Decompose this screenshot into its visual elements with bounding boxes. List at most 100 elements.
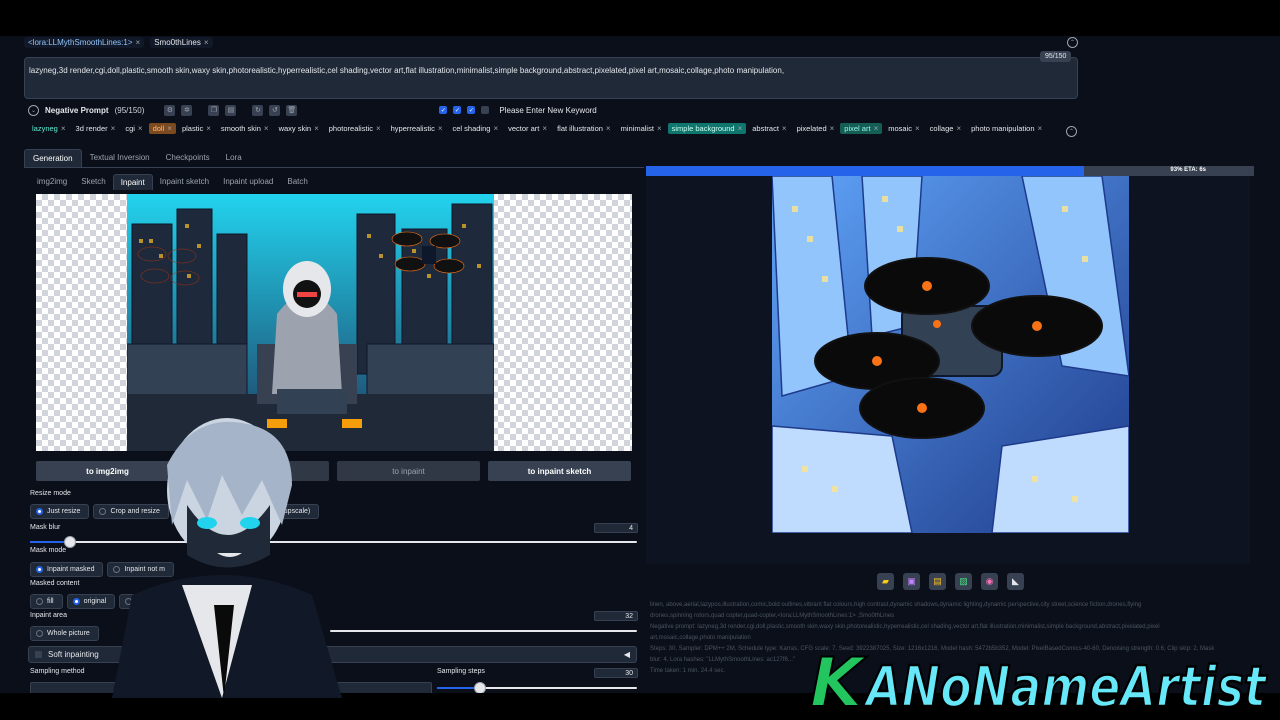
close-icon[interactable]: × — [61, 124, 66, 133]
close-icon[interactable]: × — [438, 124, 443, 133]
collapse-icon[interactable]: ⌃ — [1066, 126, 1077, 137]
image-icon[interactable]: ▨ — [955, 573, 972, 590]
padding-slider[interactable] — [330, 630, 637, 632]
negative-tag[interactable]: 3d render × — [72, 123, 120, 134]
negative-tag[interactable]: smooth skin × — [217, 123, 273, 134]
collapse-icon[interactable]: ⌃ — [1067, 36, 1078, 48]
close-icon[interactable]: × — [167, 124, 172, 133]
negative-prompt-textarea[interactable]: lazyneg,3d render,cgi,doll,plastic,smoot… — [24, 57, 1078, 99]
close-icon[interactable]: × — [915, 124, 920, 133]
prompt-chip-smoothlines[interactable]: Smo0thLines × — [150, 36, 213, 48]
keyword-checkbox-3[interactable]: ✓ — [467, 106, 476, 114]
tab-divider — [24, 167, 644, 168]
tab-batch[interactable]: Batch — [280, 174, 314, 190]
undo-icon[interactable]: ↺ — [269, 104, 281, 116]
negative-tag[interactable]: mosaic × — [884, 123, 923, 134]
negative-tag[interactable]: pixel art × — [840, 123, 883, 134]
negative-tag[interactable]: photo manipulation × — [967, 123, 1046, 134]
gear-icon[interactable]: ✲ — [181, 104, 193, 116]
close-icon[interactable]: × — [264, 124, 269, 133]
close-icon[interactable]: × — [657, 124, 662, 133]
close-icon[interactable]: × — [138, 124, 143, 133]
radio-just-resize[interactable]: Just resize — [30, 504, 90, 519]
close-icon[interactable]: × — [606, 124, 611, 133]
main-tabs: Generation Textual Inversion Checkpoints… — [24, 149, 250, 167]
send-to-inpaint-button[interactable]: to inpaint — [337, 461, 480, 481]
radio-whole-picture[interactable]: Whole picture — [30, 626, 99, 641]
radio-fill[interactable]: fill — [30, 594, 63, 609]
negative-tags-row: lazyneg × 3d render × cgi × doll × plastic × smoot… — [28, 122, 1082, 135]
close-icon[interactable]: × — [204, 38, 209, 47]
tab-generation[interactable]: Generation — [24, 149, 82, 167]
negative-tag[interactable]: doll × — [148, 123, 176, 134]
negative-tag[interactable]: flat illustration × — [553, 123, 615, 134]
tab-textual-inversion[interactable]: Textual Inversion — [82, 149, 158, 167]
zip-icon[interactable]: ▤ — [929, 573, 946, 590]
padding-input[interactable]: 32 — [594, 611, 638, 621]
tab-sketch[interactable]: Sketch — [74, 174, 112, 190]
close-icon[interactable]: × — [136, 38, 141, 47]
negative-tag[interactable]: lazyneg × — [28, 123, 70, 134]
negative-tag[interactable]: simple background × — [667, 123, 747, 134]
close-icon[interactable]: × — [206, 124, 211, 133]
negative-tag[interactable]: cel shading × — [449, 123, 503, 134]
settings-icon[interactable]: ⚙ — [164, 104, 176, 116]
tab-lora[interactable]: Lora — [218, 149, 250, 167]
tab-inpaint-sketch[interactable]: Inpaint sketch — [153, 174, 216, 190]
negative-tag[interactable]: hyperrealistic × — [387, 123, 447, 134]
mask-blur-input[interactable]: 4 — [594, 523, 638, 533]
copy-icon[interactable]: ❐ — [208, 104, 220, 116]
close-icon[interactable]: × — [874, 124, 879, 133]
tab-inpaint[interactable]: Inpaint — [112, 174, 153, 190]
generated-image[interactable] — [772, 176, 1129, 533]
collapse-tags[interactable]: ⌃ — [1066, 126, 1077, 137]
close-icon[interactable]: × — [314, 124, 319, 133]
new-keyword-input[interactable]: Please Enter New Keyword — [499, 106, 596, 115]
trash-icon[interactable]: 🗑 — [286, 104, 298, 116]
soft-inpainting-checkbox[interactable] — [35, 651, 42, 658]
save-icon[interactable]: ▣ — [903, 573, 920, 590]
close-icon[interactable]: × — [542, 124, 547, 133]
slider-fill — [437, 687, 479, 689]
palette-icon[interactable]: ◉ — [981, 573, 998, 590]
triangle-left-icon[interactable]: ◀ — [624, 650, 630, 659]
negative-tag[interactable]: vector art × — [504, 123, 551, 134]
prompt-chip-lora[interactable]: <lora:LLMythSmoothLines:1> × — [24, 36, 145, 48]
negative-tag[interactable]: plastic × — [178, 123, 215, 134]
tab-img2img[interactable]: img2img — [30, 174, 74, 190]
info-line: drones,spinning rotors,quad copter,quad-… — [650, 613, 895, 619]
tab-inpaint-upload[interactable]: Inpaint upload — [216, 174, 280, 190]
paste-icon[interactable]: ▤ — [225, 104, 237, 116]
refresh-icon[interactable]: ↻ — [252, 104, 264, 116]
negative-tag[interactable]: photorealistic × — [325, 123, 385, 134]
sampling-steps-slider[interactable] — [437, 682, 637, 694]
close-icon[interactable]: × — [376, 124, 381, 133]
sampling-steps-input[interactable]: 30 — [594, 668, 638, 678]
negative-tag[interactable]: collage × — [926, 123, 965, 134]
keyword-checkbox-2[interactable]: ✓ — [453, 106, 462, 114]
close-icon[interactable]: × — [738, 124, 743, 133]
negative-tag[interactable]: minimalist × — [617, 123, 666, 134]
negative-tag[interactable]: pixelated × — [793, 123, 839, 134]
negative-tag-label: plastic — [181, 124, 204, 133]
negative-tag-label: waxy skin — [278, 124, 312, 133]
radio-dot — [72, 598, 80, 605]
chevron-down-icon[interactable]: ⌄ — [28, 104, 39, 116]
close-icon[interactable]: × — [956, 124, 961, 133]
keyword-checkbox-4[interactable] — [481, 106, 490, 114]
close-icon[interactable]: × — [830, 124, 835, 133]
negative-tag[interactable]: cgi × — [121, 123, 146, 134]
close-icon[interactable]: × — [493, 124, 498, 133]
folder-icon[interactable]: ▰ — [877, 573, 894, 590]
close-icon[interactable]: × — [782, 124, 787, 133]
close-icon[interactable]: × — [111, 124, 116, 133]
send-to-inpaint-sketch-button[interactable]: to inpaint sketch — [488, 461, 631, 481]
negative-tag[interactable]: waxy skin × — [275, 123, 323, 134]
negative-tag[interactable]: abstract × — [748, 123, 790, 134]
keyword-checkbox-1[interactable]: ✓ — [439, 106, 448, 114]
vtuber-avatar — [92, 405, 357, 698]
close-icon[interactable]: × — [1038, 124, 1043, 133]
channel-watermark: K ANoNameArtist — [808, 643, 1278, 720]
tab-checkpoints[interactable]: Checkpoints — [158, 149, 218, 167]
ruler-icon[interactable]: ◣ — [1007, 573, 1024, 590]
